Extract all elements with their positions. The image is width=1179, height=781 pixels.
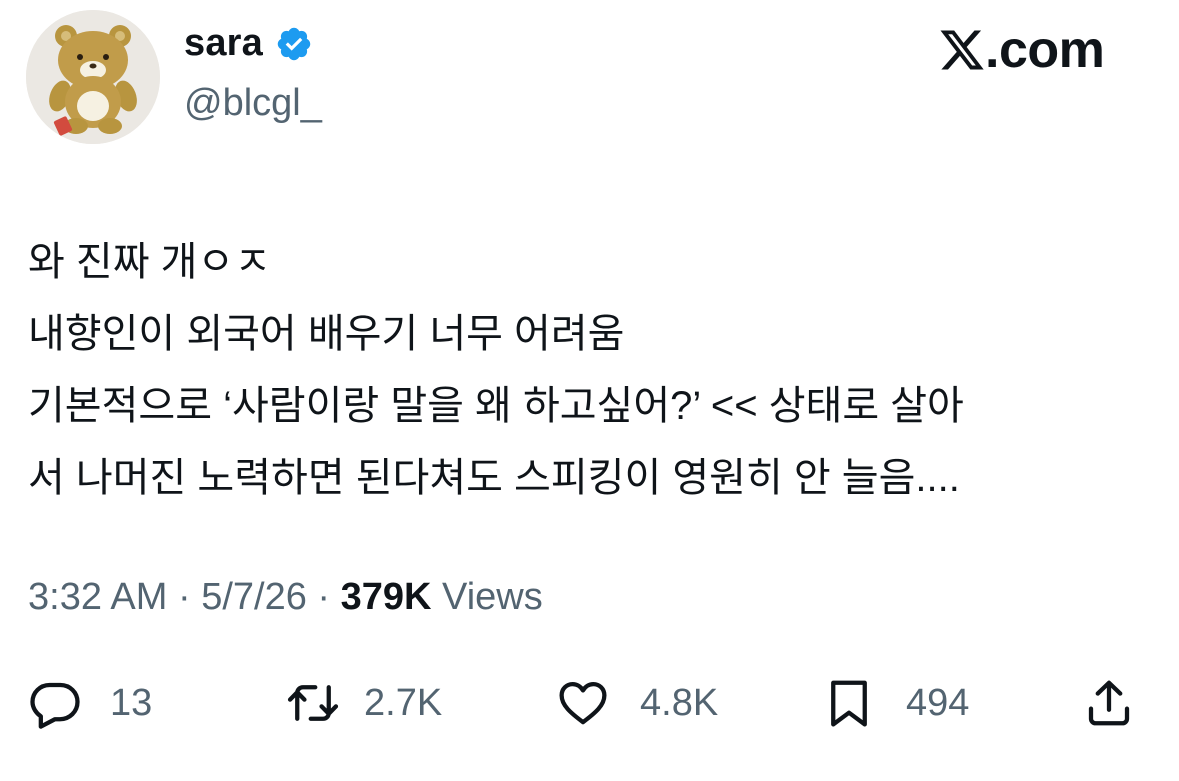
plush-bear-avatar-image [26,10,160,144]
like-count: 4.8K [640,681,719,724]
bookmark-button[interactable]: 494 [822,668,969,738]
display-name[interactable]: sara [184,22,263,65]
share-icon [1082,676,1136,730]
reply-count: 13 [110,681,153,724]
tweet-line: 서 나머진 노력하면 된다쳐도 스피킹이 영원히 안 늘음.... [28,456,960,500]
retweet-icon [286,676,340,730]
tweet-line: 와 진짜 개ㅇㅈ [28,240,272,284]
meta-separator: · [177,576,191,618]
x-logo-icon [938,24,986,76]
reply-button[interactable]: 13 [28,668,152,738]
verified-badge-icon [275,25,313,63]
tweet-meta: 3:32 AM · 5/7/26 · 379K Views [28,576,543,619]
tweet-date[interactable]: 5/7/26 [201,576,307,618]
views-count: 379K [340,576,432,618]
tweet-card: sara @blcgl_ .com 와 진짜 개ㅇㅈ 내향인이 외국어 배우기 … [0,0,1179,781]
retweet-button[interactable]: 2.7K [286,668,442,738]
tweet-line: 기본적으로 ‘사람이랑 말을 왜 하고싶어?’ << 상태로 살아 [28,384,964,428]
reply-icon [28,676,82,730]
bookmark-count: 494 [906,681,970,724]
action-bar: 13 2.7K 4.8K 494 [0,668,1179,738]
tweet-line: 내향인이 외국어 배우기 너무 어려움 [28,312,625,356]
like-button[interactable]: 4.8K [556,668,718,738]
author-name-row[interactable]: sara [184,22,313,65]
heart-icon [556,676,610,730]
share-button[interactable] [1082,668,1136,738]
tweet-time[interactable]: 3:32 AM [28,576,167,618]
meta-separator: · [317,576,331,618]
tweet-text: 와 진짜 개ㅇㅈ 내향인이 외국어 배우기 너무 어려움 기본적으로 ‘사람이랑… [28,226,1168,514]
author-handle[interactable]: @blcgl_ [184,82,322,125]
avatar[interactable] [26,10,160,144]
site-logo: .com [938,20,1105,80]
site-logo-text: .com [985,21,1105,79]
retweet-count: 2.7K [364,681,443,724]
bookmark-icon [822,676,876,730]
views-label: Views [442,576,543,618]
